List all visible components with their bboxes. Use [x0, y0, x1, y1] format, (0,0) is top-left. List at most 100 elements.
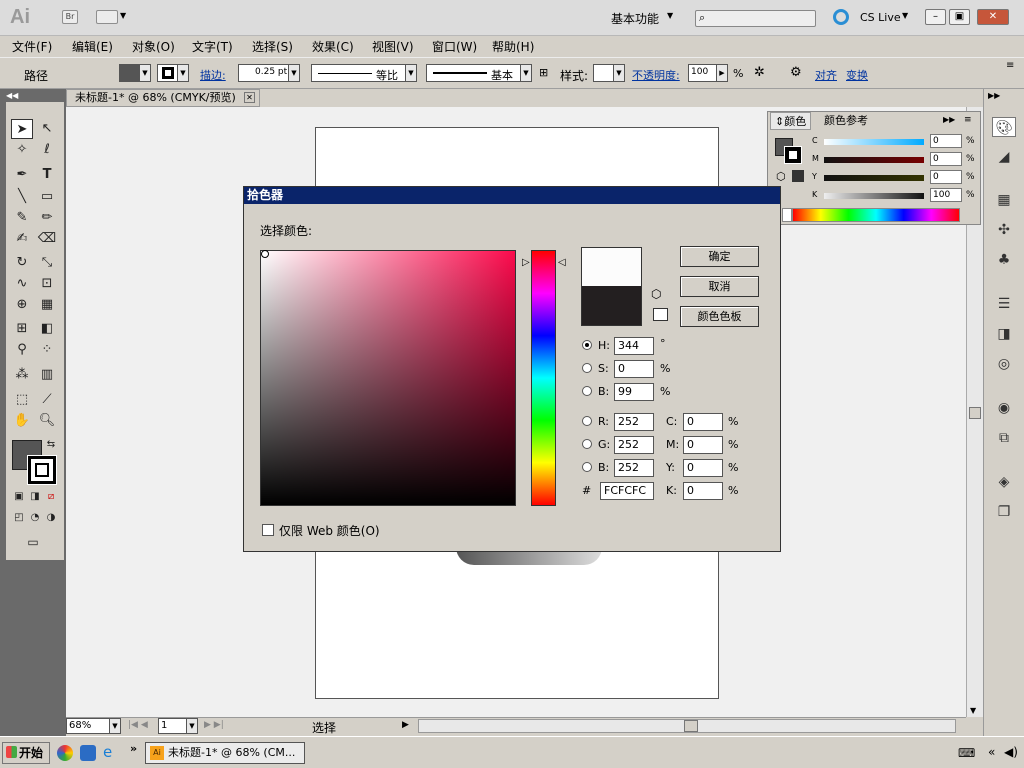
opacity-field[interactable]: 100 ▶: [688, 64, 728, 82]
color-field-marker[interactable]: [261, 250, 269, 258]
cancel-button[interactable]: 取消: [680, 276, 759, 297]
web-colors-only-checkbox[interactable]: [262, 524, 274, 536]
web-colors-only-label[interactable]: 仅限 Web 颜色(O): [279, 522, 380, 539]
hex-field[interactable]: FCFCFC: [600, 482, 654, 500]
panel-menu-icon[interactable]: ≡: [964, 115, 972, 125]
draw-inside-icon[interactable]: ◑: [40, 508, 62, 528]
out-of-gamut-icon[interactable]: ⬡: [776, 170, 786, 183]
magenta-field[interactable]: 0: [683, 436, 723, 454]
transform-link[interactable]: 变换: [846, 67, 868, 83]
brush-options-icon[interactable]: ⊞: [539, 66, 548, 79]
slider-m[interactable]: [824, 157, 924, 163]
taskbar-illustrator-item[interactable]: Ai 未标题-1* @ 68% (CM...: [145, 742, 305, 764]
none-mode-icon[interactable]: ⧄: [40, 487, 62, 507]
slider-y[interactable]: [824, 175, 924, 181]
menu-file[interactable]: 文件(F): [12, 38, 52, 55]
artboards-icon[interactable]: ❐: [992, 502, 1016, 522]
saturation-radio[interactable]: [582, 363, 592, 373]
saturation-field[interactable]: 0: [614, 360, 654, 378]
hue-slider-left-arrow[interactable]: ▷: [522, 257, 530, 268]
menu-effect[interactable]: 效果(C): [312, 38, 354, 55]
yellow-field[interactable]: 0: [683, 459, 723, 477]
more-quick-launch-icon[interactable]: »: [130, 742, 137, 755]
hscroll-thumb[interactable]: [684, 720, 698, 732]
close-button[interactable]: ✕: [977, 9, 1009, 25]
eraser-tool-icon[interactable]: ⌫: [36, 229, 58, 249]
out-of-gamut-warning-icon[interactable]: ⬡: [651, 287, 661, 301]
black-field[interactable]: 0: [683, 482, 723, 500]
graphic-styles-icon[interactable]: ⧉: [992, 428, 1016, 448]
stroke-weight-field[interactable]: 0.25 pt ▼: [238, 64, 300, 82]
menu-view[interactable]: 视图(V): [372, 38, 414, 55]
zoom-tool-icon[interactable]: 🔍︎: [36, 411, 58, 431]
chevron-down-icon[interactable]: ▼: [120, 11, 126, 20]
panel-collapse-icon[interactable]: ▶▶: [943, 115, 955, 124]
hue-slider-right-arrow[interactable]: ◁: [558, 257, 566, 268]
collapse-tools-icon[interactable]: ◀◀: [6, 91, 18, 100]
stroke-panel-link[interactable]: 描边:: [200, 67, 226, 83]
quick-launch-icon[interactable]: [80, 745, 96, 761]
panel-stroke-swatch[interactable]: [784, 146, 802, 164]
brightness-radio[interactable]: [582, 386, 592, 396]
slider-m-value[interactable]: 0: [930, 152, 962, 166]
minimize-button[interactable]: –: [925, 9, 946, 25]
bridge-button[interactable]: Br: [62, 10, 78, 24]
help-search-input[interactable]: ⌕: [695, 10, 816, 27]
graphic-style-dropdown[interactable]: ▼: [593, 64, 625, 82]
menu-window[interactable]: 窗口(W): [432, 38, 477, 55]
arrange-documents-button[interactable]: [96, 10, 118, 24]
symbols-icon[interactable]: ♣: [992, 250, 1016, 270]
keyboard-icon[interactable]: ⌨: [958, 746, 975, 760]
last-artboard-icon[interactable]: ▶ ▶|: [204, 720, 224, 730]
document-tab[interactable]: 未标题-1* @ 68% (CMYK/预览) ✕: [66, 89, 260, 107]
tab-color[interactable]: ⇕颜色: [770, 112, 812, 130]
selection-tool-icon[interactable]: ➤: [11, 119, 33, 139]
cs-live-icon[interactable]: [833, 9, 849, 25]
slider-k-value[interactable]: 100: [930, 188, 962, 202]
status-menu-icon[interactable]: ▶: [402, 720, 409, 730]
color-spectrum[interactable]: [792, 208, 960, 222]
workspace-switcher[interactable]: 基本功能: [611, 10, 659, 27]
pencil-tool-icon[interactable]: ✏: [36, 208, 58, 228]
line-tool-icon[interactable]: ╲: [11, 187, 33, 207]
close-tab-icon[interactable]: ✕: [244, 92, 255, 103]
appearance-icon[interactable]: ◉: [992, 398, 1016, 418]
fill-color-dropdown[interactable]: ▼: [119, 64, 151, 82]
symbol-sprayer-tool-icon[interactable]: ⁂: [11, 365, 33, 385]
direct-selection-tool-icon[interactable]: ↖: [36, 119, 58, 139]
swatches-icon[interactable]: ▦: [992, 190, 1016, 210]
saturation-brightness-field[interactable]: [260, 250, 516, 506]
red-radio[interactable]: [582, 416, 592, 426]
blue-radio[interactable]: [582, 462, 592, 472]
color-guide-icon[interactable]: ◢: [992, 147, 1016, 167]
dialog-title[interactable]: 拾色器: [244, 187, 780, 204]
eyedropper-tool-icon[interactable]: ⚲: [11, 340, 33, 360]
align-link[interactable]: 对齐: [815, 67, 837, 83]
rectangle-tool-icon[interactable]: ▭: [36, 187, 58, 207]
color-swatches-button[interactable]: 颜色色板: [680, 306, 759, 327]
slider-c[interactable]: [824, 139, 924, 145]
menu-object[interactable]: 对象(O): [132, 38, 175, 55]
hue-radio[interactable]: [582, 340, 592, 350]
shape-builder-tool-icon[interactable]: ⊕: [11, 295, 33, 315]
show-tray-icon[interactable]: «: [988, 745, 995, 759]
gradient-icon[interactable]: ◨: [992, 324, 1016, 344]
chevron-down-icon[interactable]: ▼: [667, 11, 673, 20]
ok-button[interactable]: 确定: [680, 246, 759, 267]
chevron-down-icon[interactable]: ▼: [902, 11, 908, 20]
scale-tool-icon[interactable]: ⤡: [36, 253, 58, 273]
column-graph-tool-icon[interactable]: ▥: [36, 365, 58, 385]
restore-button[interactable]: ▣: [949, 9, 970, 25]
blend-tool-icon[interactable]: ⁘: [36, 340, 58, 360]
slider-y-value[interactable]: 0: [930, 170, 962, 184]
artboard-number-field[interactable]: 1 ▼: [158, 718, 198, 734]
color-panel-icon[interactable]: 🎨︎: [992, 117, 1016, 137]
volume-icon[interactable]: ◀): [1004, 745, 1018, 759]
pen-tool-icon[interactable]: ✒: [11, 165, 33, 185]
gradient-tool-icon[interactable]: ◧: [36, 319, 58, 339]
recolor-artwork-icon[interactable]: ✲: [754, 65, 765, 80]
stroke-icon[interactable]: ☰: [992, 294, 1016, 314]
menu-type[interactable]: 文字(T): [192, 38, 233, 55]
artboard-tool-icon[interactable]: ⬚: [11, 390, 33, 410]
lasso-tool-icon[interactable]: ℓ: [36, 140, 58, 160]
